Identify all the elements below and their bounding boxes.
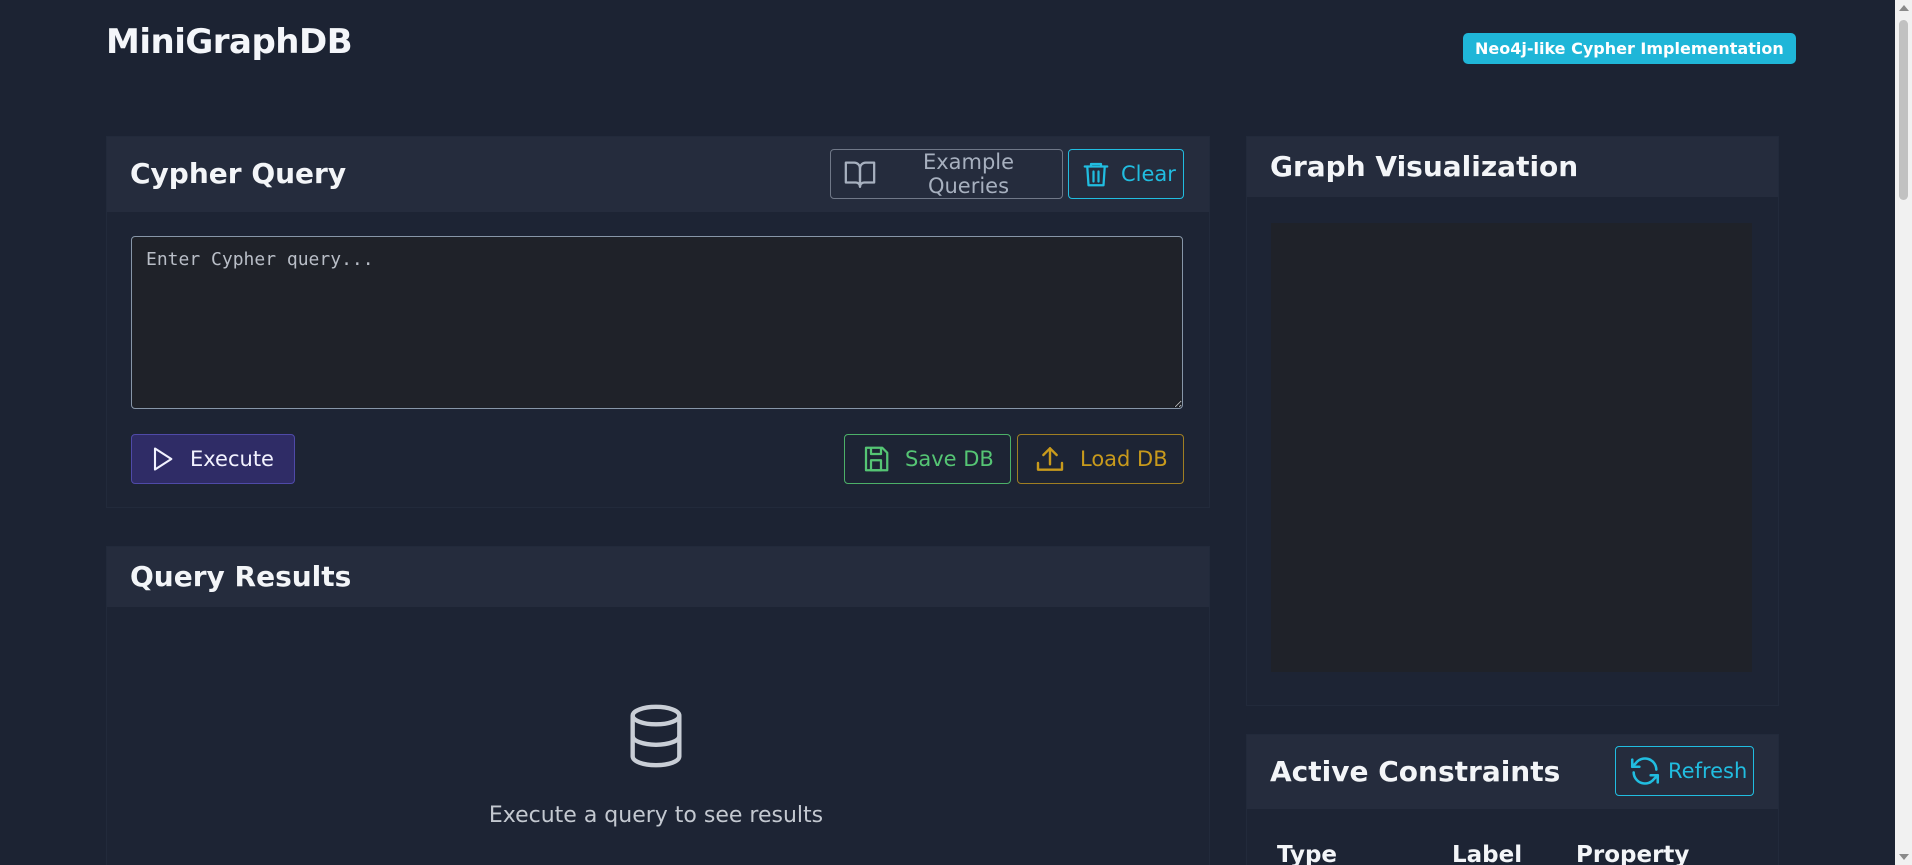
column-header-type: Type <box>1277 842 1338 865</box>
refresh-label: Refresh <box>1668 759 1748 783</box>
implementation-badge: Neo4j-like Cypher Implementation <box>1463 33 1796 64</box>
column-header-label: Label <box>1452 842 1523 865</box>
database-icon <box>630 704 682 768</box>
play-icon <box>153 447 173 471</box>
refresh-icon <box>1630 757 1660 785</box>
graph-viz-header: Graph Visualization <box>1247 137 1778 197</box>
results-card-title: Query Results <box>130 560 352 593</box>
graph-viz-title: Graph Visualization <box>1270 150 1579 183</box>
cypher-query-input[interactable] <box>131 236 1183 409</box>
scroll-up-arrow-icon[interactable] <box>1899 5 1909 11</box>
refresh-constraints-button[interactable]: Refresh <box>1615 746 1754 796</box>
execute-button[interactable]: Execute <box>131 434 295 484</box>
trash-icon <box>1083 162 1109 187</box>
scroll-down-arrow-icon[interactable] <box>1899 854 1909 860</box>
graph-canvas[interactable] <box>1271 223 1752 672</box>
save-db-button[interactable]: Save DB <box>844 434 1011 484</box>
empty-results-message: Execute a query to see results <box>488 803 824 828</box>
app-page: MiniGraphDB Neo4j-like Cypher Implementa… <box>0 0 1912 865</box>
example-queries-label: Example Queries <box>922 150 1015 198</box>
column-header-property: Property <box>1576 842 1690 865</box>
app-title: MiniGraphDB <box>106 22 353 62</box>
save-db-label: Save DB <box>905 447 994 471</box>
constraints-title: Active Constraints <box>1270 755 1561 788</box>
query-card-title: Cypher Query <box>130 157 347 190</box>
upload-icon <box>1036 447 1064 471</box>
clear-button[interactable]: Clear <box>1068 149 1184 199</box>
empty-results-icon-wrap <box>106 700 1206 776</box>
example-queries-button[interactable]: Example Queries <box>830 149 1063 199</box>
results-card-header: Query Results <box>107 547 1209 607</box>
book-open-icon <box>844 161 876 188</box>
execute-label: Execute <box>190 447 274 471</box>
page-scrollbar[interactable] <box>1895 0 1912 865</box>
load-db-label: Load DB <box>1080 447 1168 471</box>
scroll-thumb[interactable] <box>1899 20 1908 200</box>
floppy-disk-icon <box>864 446 889 472</box>
load-db-button[interactable]: Load DB <box>1017 434 1184 484</box>
clear-label: Clear <box>1121 162 1176 186</box>
